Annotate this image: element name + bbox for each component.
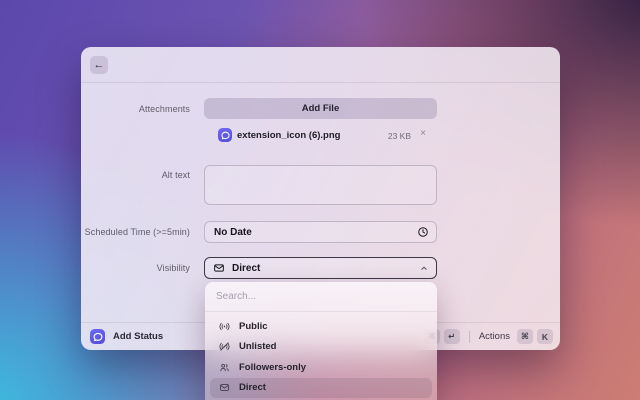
scheduled-time-field[interactable]: No Date [204, 221, 437, 243]
envelope-icon [219, 382, 230, 393]
k-key-badge: K [537, 329, 553, 344]
file-type-icon [218, 128, 232, 142]
option-label: Followers-only [239, 361, 307, 373]
attachments-label: Attechments [138, 104, 190, 114]
option-direct[interactable]: Direct [210, 377, 432, 398]
search-input[interactable] [205, 282, 437, 312]
envelope-icon [213, 262, 225, 274]
visibility-dropdown: Public Unlisted [205, 282, 437, 400]
option-label: Direct [239, 382, 266, 394]
footer-divider [468, 330, 470, 343]
option-public[interactable]: Public [210, 316, 432, 337]
chevron-up-icon [419, 263, 429, 273]
return-key-badge: ↵ [443, 329, 460, 344]
option-followers-only[interactable]: Followers-only [210, 357, 432, 378]
visibility-select[interactable]: Direct [204, 257, 437, 279]
broadcast-off-icon [219, 341, 230, 352]
broadcast-icon [219, 321, 230, 332]
actions-button[interactable]: Actions ⌘ K [479, 329, 553, 344]
actions-label: Actions [478, 331, 510, 342]
visibility-value: Direct [232, 262, 261, 274]
file-size: 23 KB [387, 131, 411, 141]
back-arrow-icon: ← [93, 58, 105, 71]
command-key-badge: ⌘ [517, 329, 533, 344]
alt-text-label: Alt text [161, 170, 190, 180]
alt-text-input[interactable] [204, 165, 437, 205]
clock-icon [417, 226, 429, 238]
footer-shortcuts: ⌘ ↵ Actions ⌘ K [423, 329, 553, 344]
add-status-label: Add Status [113, 331, 164, 342]
add-file-button[interactable]: Add File [204, 98, 437, 119]
option-label: Unlisted [239, 341, 277, 353]
page-background: ← Attechments Add File extension_icon (6… [0, 0, 640, 400]
scheduled-time-label: Scheduled Time (>=5min) [84, 227, 190, 237]
visibility-options-list: Public Unlisted Followers-only Direct [205, 312, 437, 400]
option-label: Public [239, 320, 268, 332]
option-unlisted[interactable]: Unlisted [210, 337, 432, 358]
dialog-header: ← [81, 47, 560, 83]
file-name: extension_icon (6).png [237, 130, 341, 141]
scheduled-time-value: No Date [214, 226, 252, 238]
add-status-button[interactable]: Add Status [90, 329, 163, 344]
remove-file-button[interactable]: × [417, 128, 429, 140]
followers-icon [219, 362, 230, 373]
visibility-label: Visibility [156, 263, 190, 273]
back-button[interactable]: ← [90, 56, 108, 74]
app-logo-icon [90, 329, 105, 344]
